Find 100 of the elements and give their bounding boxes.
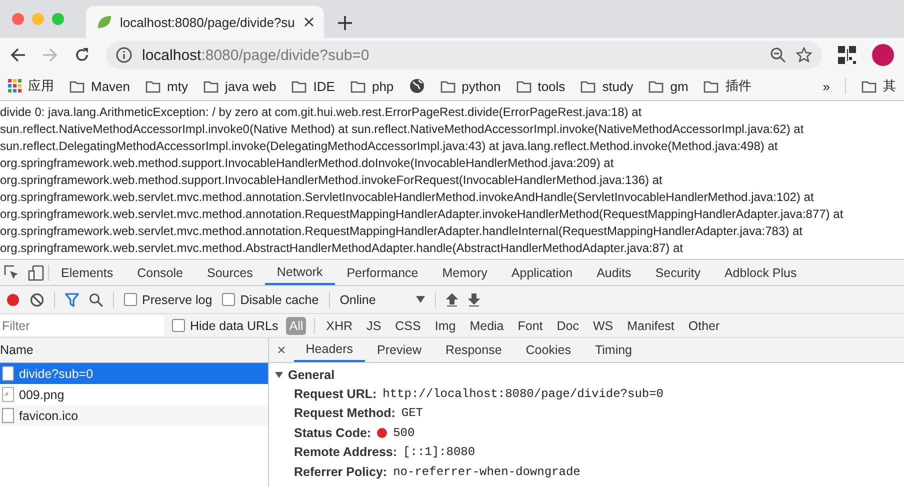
folder-icon — [291, 79, 308, 93]
detail-tab[interactable]: Preview — [365, 338, 434, 362]
header-value: http://localhost:8080/page/divide?sub=0 — [382, 386, 664, 401]
download-icon[interactable] — [468, 292, 480, 306]
star-icon[interactable] — [796, 47, 812, 63]
throttling-dropdown[interactable]: Online — [340, 292, 425, 306]
zoom-out-icon[interactable] — [770, 47, 786, 63]
apps-icon[interactable] — [8, 79, 22, 93]
stack-trace-line: sun.reflect.NativeMethodAccessorImpl.invoke0(Native Method) at sun.reflect.NativeMethodAccessorImpl.invoke(NativeMethodAccessorImpl.java:62) at — [0, 121, 805, 138]
devtools-tab[interactable]: Adblock Plus — [712, 260, 809, 285]
filter-icon[interactable] — [65, 292, 79, 306]
back-icon[interactable] — [10, 47, 26, 63]
type-filter[interactable]: CSS — [392, 316, 424, 334]
request-row[interactable]: divide?sub=0 — [0, 363, 268, 384]
bookmark[interactable]: mty — [167, 78, 188, 94]
filter-field[interactable]: Filter — [0, 316, 164, 336]
folder-icon — [69, 79, 85, 93]
folder-icon — [440, 79, 456, 93]
detail-tab[interactable]: Timing — [582, 338, 644, 362]
bookmark[interactable]: IDE — [313, 78, 335, 94]
detail-tab[interactable]: Headers — [294, 338, 366, 362]
request-row[interactable]: 009.png — [0, 384, 268, 405]
type-filter[interactable]: Img — [432, 316, 459, 334]
stack-trace-line: org.springframework.web.servlet.mvc.method.annotation.ServletInvocableHandlerMethod.invokeAndHandle(ServletInvocableHandlerMethod.java:102) at — [0, 189, 815, 206]
checkbox-label: Disable cache — [240, 292, 319, 306]
stack-trace-line: sun.reflect.DelegatingMethodAccessorImpl.invoke(DelegatingMethodAccessorImpl.java:43) at java.lang.reflect.Method.invoke(Method.java:498) at — [0, 138, 779, 155]
bookmark[interactable]: tools — [538, 78, 566, 94]
header-value: no-referrer-when-downgrade — [393, 464, 580, 479]
record-icon[interactable] — [6, 292, 20, 306]
bookmark[interactable]: php — [372, 78, 394, 94]
folder-icon — [580, 79, 596, 93]
devtools-tab[interactable]: Audits — [584, 260, 644, 285]
bookmark[interactable]: python — [462, 78, 501, 94]
type-filter[interactable]: JS — [364, 316, 384, 334]
browser-tab[interactable]: localhost:8080/page/divide?su — [86, 6, 324, 38]
header-label: Request Method: — [294, 406, 396, 420]
address-field[interactable]: localhost:8080/page/divide?sub=0 — [106, 41, 822, 69]
header-value: 500 — [393, 426, 415, 440]
bookmark[interactable]: 插件 — [725, 77, 752, 95]
devtools-tab[interactable]: Elements — [49, 260, 126, 285]
section-header[interactable]: General — [269, 363, 904, 384]
reload-icon[interactable] — [74, 47, 90, 63]
type-filter[interactable]: Doc — [554, 316, 582, 334]
stack-trace-line: org.springframework.web.servlet.mvc.method.annotation.RequestMappingHandlerAdapter.invokeHandlerMethod(RequestMappingHandlerAdapter.java:877) at — [0, 206, 844, 223]
info-icon — [116, 47, 132, 63]
leaf-icon — [96, 14, 112, 30]
devtools-tab[interactable]: Sources — [194, 260, 265, 285]
header-value: GET — [401, 406, 423, 420]
qr-code-icon[interactable] — [838, 46, 856, 64]
bookmark[interactable]: gm — [670, 78, 688, 94]
bookmark[interactable]: java web — [224, 78, 276, 94]
bookmark[interactable]: 其 — [883, 77, 896, 95]
folder-icon — [516, 79, 532, 93]
header-label: Status Code: — [294, 426, 372, 440]
folder-icon — [350, 79, 366, 93]
header-label: Request URL: — [294, 386, 377, 401]
caret-icon[interactable] — [416, 296, 425, 303]
request-row[interactable]: favicon.ico — [0, 405, 268, 426]
stack-trace-line: org.springframework.web.method.support.InvocableHandlerMethod.invokeForRequest(InvocableHandlerMethod.java:136) at — [0, 172, 664, 189]
globe-icon[interactable] — [408, 78, 425, 94]
close-button[interactable]: × — [269, 338, 294, 362]
inspect-icon[interactable] — [4, 264, 20, 280]
bookmark[interactable]: study — [602, 78, 634, 94]
devtools-tab[interactable]: Security — [643, 260, 712, 285]
header-label: Remote Address: — [294, 445, 398, 460]
type-filter[interactable]: Font — [514, 316, 546, 334]
header-label: Referrer Policy: — [294, 464, 388, 479]
type-filter[interactable]: Media — [466, 316, 507, 334]
file-icon — [2, 408, 14, 423]
bookmark[interactable]: 应用 — [28, 77, 54, 95]
stack-trace-line: org.springframework.web.servlet.mvc.method.AbstractHandlerMethodAdapter.handle(AbstractHandlerMethodAdapter.java:87) at — [0, 240, 684, 257]
checkbox-label: Preserve log — [142, 292, 212, 306]
close-icon[interactable] — [304, 17, 314, 27]
devtools-tab[interactable]: Console — [125, 260, 195, 285]
type-filter[interactable]: WS — [590, 316, 616, 334]
clear-icon[interactable] — [30, 292, 44, 306]
more-bookmarks-button[interactable]: » — [822, 78, 830, 94]
checkbox[interactable] — [222, 293, 236, 306]
folder-icon — [202, 79, 219, 93]
type-filter[interactable]: Other — [685, 316, 723, 334]
type-filter[interactable]: Manifest — [624, 316, 678, 334]
folder-icon — [145, 79, 162, 93]
checkbox[interactable] — [172, 319, 185, 332]
folder-icon — [648, 79, 664, 93]
avatar-icon[interactable] — [872, 44, 894, 66]
detail-tab[interactable]: Response — [433, 338, 514, 362]
stack-trace-line: org.springframework.web.servlet.mvc.method.annotation.RequestMappingHandlerAdapter.handleInternal(RequestMappingHandlerAdapter.java:783) at — [0, 223, 804, 240]
column-header[interactable]: Name — [0, 343, 34, 357]
file-icon — [2, 366, 14, 381]
upload-icon[interactable] — [446, 292, 458, 306]
devtools-tab[interactable]: Memory — [430, 260, 500, 285]
bookmark[interactable]: Maven — [91, 78, 130, 94]
checkbox[interactable] — [124, 293, 137, 306]
search-icon[interactable] — [89, 292, 103, 306]
devtools-tab[interactable]: Performance — [334, 260, 430, 285]
devtools-tab[interactable]: Application — [499, 260, 585, 285]
type-filter[interactable]: XHR — [323, 316, 356, 334]
new-tab-icon[interactable] — [338, 16, 352, 30]
device-toolbar-icon[interactable] — [28, 264, 44, 280]
detail-tab[interactable]: Cookies — [514, 338, 583, 362]
